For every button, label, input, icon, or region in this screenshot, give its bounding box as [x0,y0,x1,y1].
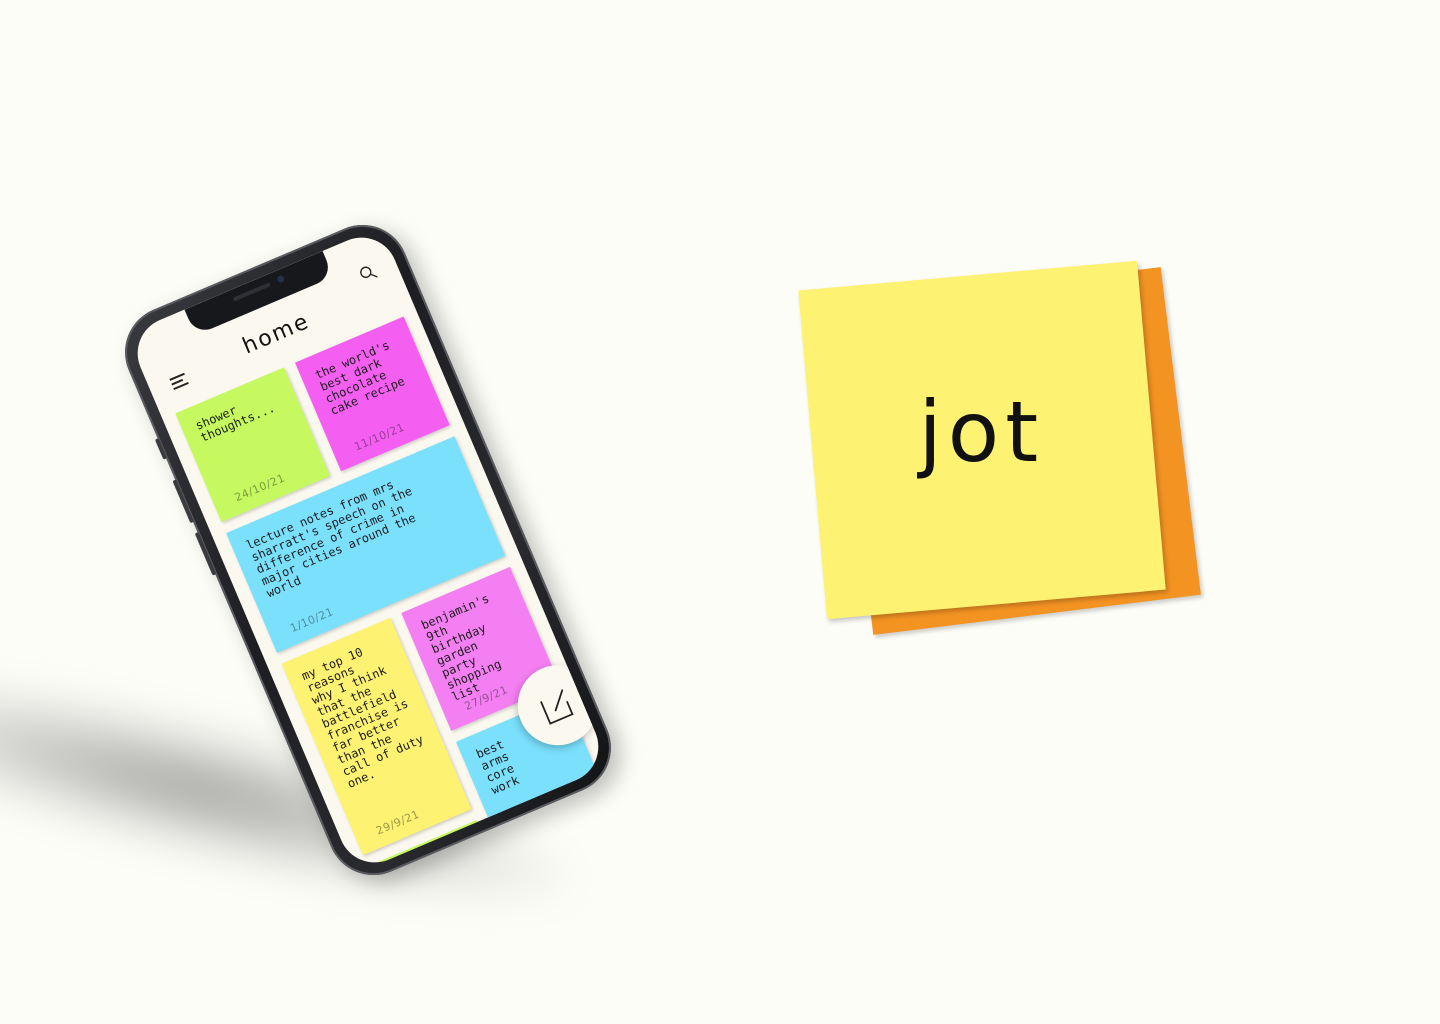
note-title: shower thoughts... [193,400,278,445]
note-title: my top 10 reasons why I think that the b… [299,644,426,791]
compose-note-icon [540,689,574,725]
phone-silent-switch [154,437,168,460]
note-date: 29/9/21 [374,807,422,838]
note-title: the world's best dark chocolate cake rec… [312,338,407,418]
logo-yellow-sticky-note: jot [798,260,1166,620]
logo-wordmark: jot [918,383,1045,482]
note-date: 1/10/21 [288,605,336,635]
phone-speaker [232,282,272,302]
note-date: 11/10/21 [352,420,407,454]
note-date: 24/10/21 [232,471,287,505]
phone-camera [276,274,286,284]
